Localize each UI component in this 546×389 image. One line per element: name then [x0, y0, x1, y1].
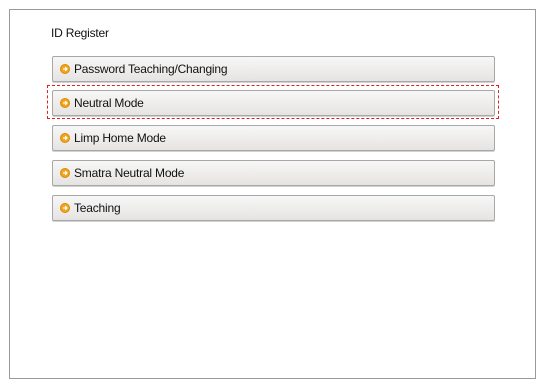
teaching-button[interactable]: Teaching — [52, 195, 495, 221]
menu-item-label: Password Teaching/Changing — [74, 62, 228, 76]
neutral-mode-button[interactable]: Neutral Mode — [52, 90, 495, 116]
arrow-right-circle-icon — [60, 98, 70, 108]
arrow-right-circle-icon — [60, 64, 70, 74]
smatra-neutral-mode-button[interactable]: Smatra Neutral Mode — [52, 160, 495, 186]
arrow-right-circle-icon — [60, 168, 70, 178]
menu-item-label: Teaching — [74, 201, 121, 215]
menu-item-label: Limp Home Mode — [74, 131, 166, 145]
menu-item-label: Smatra Neutral Mode — [74, 166, 185, 180]
arrow-right-circle-icon — [60, 203, 70, 213]
limp-home-mode-button[interactable]: Limp Home Mode — [52, 125, 495, 151]
menu-item-label: Neutral Mode — [74, 96, 144, 110]
arrow-right-circle-icon — [60, 133, 70, 143]
password-teaching-button[interactable]: Password Teaching/Changing — [52, 56, 495, 82]
page-title: ID Register — [51, 26, 109, 40]
